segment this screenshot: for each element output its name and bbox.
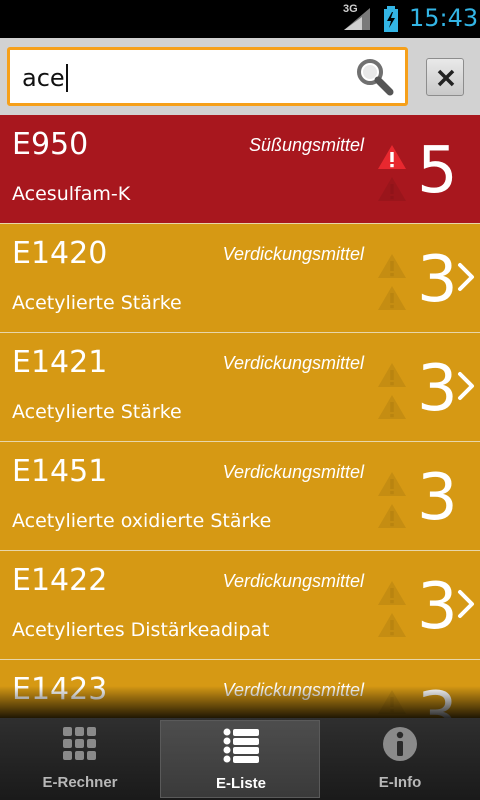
e-number: E1423 [12,672,108,707]
category-label: Verdickungsmittel [222,462,364,482]
info-icon [383,727,417,761]
warning-icon [378,254,406,278]
status-bar: 3G 15:43 [0,0,480,38]
clear-search-button[interactable] [426,58,464,96]
battery-charging-icon [384,6,398,32]
e-number: E1421 [12,345,108,380]
rating-value: 5 [417,134,458,208]
warning-icon [378,613,406,637]
chevron-right-icon[interactable] [457,262,475,292]
close-icon [437,69,455,87]
warning-icon [378,177,406,201]
text-caret [65,64,68,92]
tab-e-liste[interactable]: E-Liste [160,720,320,798]
additive-name: Acesulfam-K [12,183,131,205]
warning-icon [378,363,406,387]
additive-list[interactable]: E950 Süßungsmittel Acesulfam-K 5 E1420 Verdic… [0,115,480,718]
list-item[interactable]: E1421 Verdickungsmittel Acetylierte Stärke… [0,333,480,442]
bottom-navigation: E-Rechner E-Liste E-Info [0,718,480,800]
rating-value: 3 [417,679,458,718]
chevron-right-icon[interactable] [457,371,475,401]
rating-value: 3 [417,352,458,426]
list-item[interactable]: E1420 Verdickungsmittel Acetylierte Stärke… [0,224,480,333]
warning-icon [378,286,406,310]
list-item[interactable]: E950 Süßungsmittel Acesulfam-K 5 [0,115,480,224]
category-label: Verdickungsmittel [222,353,364,373]
warning-icon [378,145,406,169]
warning-icon [378,690,406,714]
additive-name: Acetylierte Stärke [12,292,182,314]
search-bar: ace [0,38,480,115]
tab-label: E-Liste [215,775,266,792]
search-input-value: ace [22,64,65,92]
e-number: E1420 [12,236,108,271]
additive-name: Acetylierte oxidierte Stärke [12,510,272,532]
e-number: E1422 [12,563,108,598]
signal-icon [344,8,370,30]
list-item[interactable]: E1423 Verdickungsmittel 3 [0,660,480,718]
category-label: Verdickungsmittel [222,680,364,700]
tab-label: E-Rechner [42,774,118,791]
clock: 15:43 [409,4,479,32]
search-icon[interactable] [353,56,397,98]
category-label: Verdickungsmittel [222,244,364,264]
rating-value: 3 [417,243,458,317]
list-icon [223,728,259,763]
e-number: E950 [12,127,89,162]
warning-icon [378,581,406,605]
category-label: Süßungsmittel [248,135,364,155]
rating-value: 3 [417,461,458,535]
category-label: Verdickungsmittel [222,571,364,591]
additive-name: Acetylierte Stärke [12,401,182,423]
warning-icon [378,504,406,528]
rating-value: 3 [417,570,458,644]
tab-e-info[interactable]: E-Info [320,718,480,800]
warning-icon [378,395,406,419]
grid-icon [63,727,96,760]
list-item[interactable]: E1422 Verdickungsmittel Acetyliertes Distä… [0,551,480,660]
warning-icon [378,472,406,496]
chevron-right-icon[interactable] [457,589,475,619]
tab-label: E-Info [378,774,422,791]
search-input[interactable]: ace [7,47,408,106]
list-item[interactable]: E1451 Verdickungsmittel Acetylierte oxidie… [0,442,480,551]
tab-e-rechner[interactable]: E-Rechner [0,718,160,800]
additive-name: Acetyliertes Distärkeadipat [12,619,270,641]
e-number: E1451 [12,454,108,489]
